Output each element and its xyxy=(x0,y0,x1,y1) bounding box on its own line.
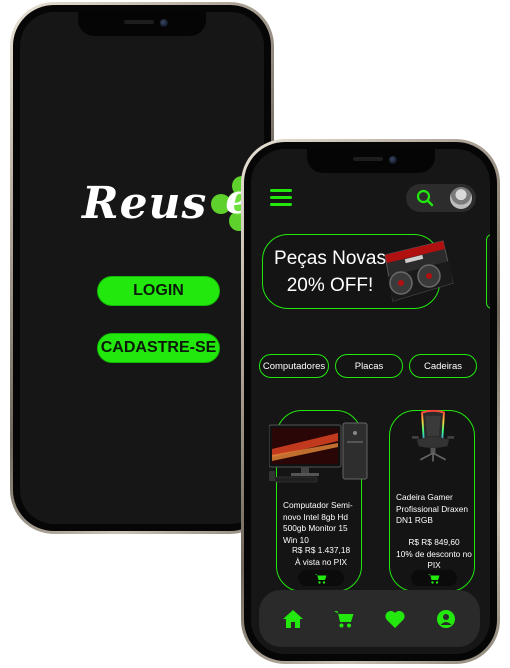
banner-text: Peças Novas 20% OFF! xyxy=(271,245,389,299)
cart-icon xyxy=(428,573,440,584)
category-cadeiras[interactable]: Cadeiras xyxy=(409,354,477,378)
category-placas[interactable]: Placas xyxy=(335,354,403,378)
nav-cart[interactable] xyxy=(332,607,356,631)
product-card[interactable]: Computador Semi-novo Intel 8gb Hd 500gb … xyxy=(269,410,368,592)
logo-text: Reus xyxy=(82,177,208,229)
shop-screen: Peças Novas 20% OFF! Computadores Placas xyxy=(251,149,490,654)
app-logo: Reus e xyxy=(82,174,264,232)
cart-icon xyxy=(333,610,354,627)
search-icon[interactable] xyxy=(416,189,434,207)
user-avatar[interactable] xyxy=(450,187,472,209)
product-card[interactable]: Cadeira Gamer Profissional Draxen DN1 RG… xyxy=(389,409,475,592)
graphics-card-image xyxy=(384,240,454,302)
price-value: R$ R$ 1.437,18 xyxy=(291,545,351,555)
nav-profile[interactable] xyxy=(434,607,458,631)
banner-line-2: 20% OFF! xyxy=(286,275,374,296)
bottom-navigation xyxy=(259,590,480,647)
product-price: R$ R$ 1.437,18 À vista no PIX xyxy=(281,545,361,568)
search-bar[interactable] xyxy=(406,184,476,212)
add-to-cart-button[interactable] xyxy=(298,570,344,586)
hamburger-menu-icon[interactable] xyxy=(270,189,292,206)
add-to-cart-button[interactable] xyxy=(411,570,457,586)
product-price: R$ R$ 849,60 10% de desconto no PIX xyxy=(394,537,474,572)
notch xyxy=(78,12,206,36)
signup-button[interactable]: CADASTRE-SE xyxy=(97,333,220,363)
price-note: 10% de desconto no PIX xyxy=(396,548,472,571)
home-icon xyxy=(282,609,303,628)
gaming-chair-image xyxy=(411,409,455,462)
price-note: À vista no PIX xyxy=(294,556,348,567)
front-camera xyxy=(160,19,168,27)
banner-line-1: Peças Novas xyxy=(274,248,386,269)
nav-favorites[interactable] xyxy=(383,607,407,631)
product-name: Cadeira Gamer Profissional Draxen DN1 RG… xyxy=(396,492,468,525)
desktop-computer-image xyxy=(269,422,368,483)
banner-next-slide[interactable] xyxy=(486,234,490,309)
cart-icon xyxy=(315,573,327,584)
price-value: R$ R$ 849,60 xyxy=(408,537,460,547)
profile-icon xyxy=(437,609,456,628)
login-screen: Reus e LOGIN CADASTRE-SE xyxy=(20,12,264,524)
category-computadores[interactable]: Computadores xyxy=(259,354,329,378)
category-list: Computadores Placas Cadeiras xyxy=(259,354,477,378)
heart-icon xyxy=(385,610,405,628)
front-camera xyxy=(388,156,397,164)
phone-shop: Peças Novas 20% OFF! Computadores Placas xyxy=(241,139,500,664)
nav-home[interactable] xyxy=(281,607,305,631)
login-button[interactable]: LOGIN xyxy=(97,276,220,306)
notch xyxy=(306,149,435,173)
phone-login: Reus e LOGIN CADASTRE-SE xyxy=(10,2,274,534)
product-name: Computador Semi-novo Intel 8gb Hd 500gb … xyxy=(283,500,353,545)
